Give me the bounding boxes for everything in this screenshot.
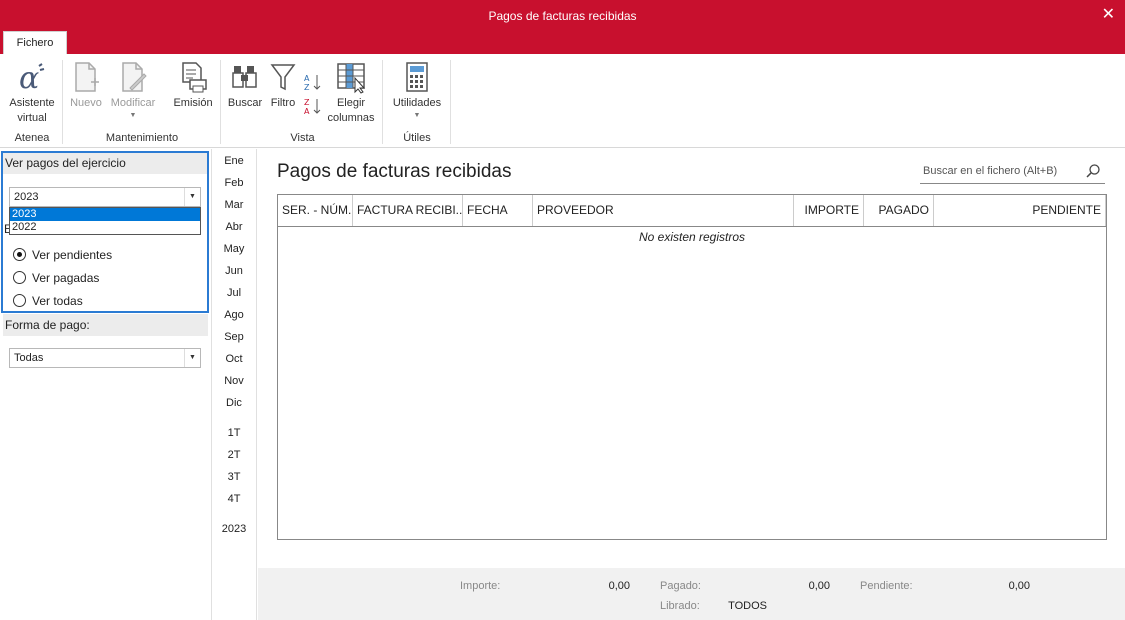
focus-outline <box>1 151 209 313</box>
utilidades-button[interactable]: Utilidades ▼ <box>388 60 446 121</box>
elegir-label-1: Elegir <box>336 97 366 109</box>
month-dic[interactable]: Dic <box>212 397 256 409</box>
forma-pago-header: Forma de pago: <box>3 314 208 336</box>
separator <box>450 60 451 144</box>
columns-icon <box>337 63 366 94</box>
pagado-label: Pagado: <box>660 580 701 592</box>
chevron-down-icon: ▼ <box>413 112 421 119</box>
svg-text:A: A <box>304 74 310 83</box>
importe-label: Importe: <box>460 580 501 592</box>
search-icon[interactable] <box>1085 163 1101 179</box>
records-table[interactable]: SER. - NÚM. FACTURA RECIBI... FECHA PROV… <box>277 194 1107 540</box>
column-header[interactable]: IMPORTE <box>794 195 864 226</box>
librado-label: Librado: <box>660 600 700 612</box>
sort-za-icon[interactable]: Z A <box>303 96 323 116</box>
elegir-label-2: columnas <box>327 112 375 124</box>
totals-bar: Importe: 0,00 Pagado: 0,00 Pendiente: 0,… <box>258 568 1125 620</box>
month-ene[interactable]: Ene <box>212 155 256 167</box>
svg-text:Z: Z <box>304 83 310 92</box>
empty-message: No existen registros <box>638 230 746 244</box>
filter-icon <box>270 64 296 91</box>
calculator-icon <box>406 62 428 92</box>
librado-value: TODOS <box>728 600 767 612</box>
month-jun[interactable]: Jun <box>212 265 256 277</box>
year-2023[interactable]: 2023 <box>212 523 256 535</box>
period-selector: Ene Feb Mar Abr May Jun Jul Ago Sep Oct … <box>211 149 257 620</box>
month-feb[interactable]: Feb <box>212 177 256 189</box>
search-input[interactable]: Buscar en el fichero (Alt+B) <box>920 160 1105 184</box>
quarter-4t[interactable]: 4T <box>212 493 256 505</box>
month-ago[interactable]: Ago <box>212 309 256 321</box>
quarter-2t[interactable]: 2T <box>212 449 256 461</box>
forma-pago-select[interactable]: Todas ▼ <box>9 348 201 368</box>
emision-label: Emisión <box>173 97 213 109</box>
column-header[interactable]: PROVEEDOR <box>533 195 794 226</box>
month-abr[interactable]: Abr <box>212 221 256 233</box>
utilidades-label: Utilidades <box>392 97 442 109</box>
month-jul[interactable]: Jul <box>212 287 256 299</box>
asistente-virtual-button[interactable]: α Asistente virtual <box>6 60 58 126</box>
svg-text:α: α <box>19 61 39 94</box>
column-header[interactable]: SER. - NÚM. <box>278 195 353 226</box>
tab-fichero[interactable]: Fichero <box>3 31 67 55</box>
svg-text:A: A <box>304 107 310 116</box>
pendiente-label: Pendiente: <box>860 580 913 592</box>
column-header[interactable]: PAGADO <box>864 195 934 226</box>
emision-button[interactable]: Emisión <box>170 60 216 111</box>
window-title: Pagos de facturas recibidas <box>488 9 637 23</box>
filtro-label: Filtro <box>270 97 296 109</box>
quarter-1t[interactable]: 1T <box>212 427 256 439</box>
group-atenea: Atenea <box>14 132 50 144</box>
binoculars-icon <box>232 66 257 88</box>
column-header[interactable]: FECHA <box>463 195 533 226</box>
group-utiles: Útiles <box>403 132 431 144</box>
modificar-label: Modificar <box>110 97 156 109</box>
main-content: Pagos de facturas recibidas Buscar en el… <box>258 149 1125 620</box>
asistente-label-2: virtual <box>17 112 47 124</box>
table-header: SER. - NÚM. FACTURA RECIBI... FECHA PROV… <box>278 195 1106 227</box>
buscar-label: Buscar <box>227 97 263 109</box>
chevron-down-icon: ▼ <box>129 112 137 119</box>
nuevo-button[interactable]: Nuevo <box>67 60 105 111</box>
filtro-button[interactable]: Filtro <box>266 60 300 111</box>
column-header[interactable]: FACTURA RECIBI... <box>353 195 463 226</box>
column-header[interactable]: PENDIENTE <box>934 195 1106 226</box>
month-may[interactable]: May <box>212 243 256 255</box>
print-document-icon <box>182 62 207 93</box>
month-oct[interactable]: Oct <box>212 353 256 365</box>
separator <box>220 60 221 144</box>
edit-document-icon <box>122 62 147 92</box>
importe-value: 0,00 <box>608 580 630 592</box>
title-bar: Pagos de facturas recibidas ✕ Fichero <box>0 0 1125 55</box>
month-nov[interactable]: Nov <box>212 375 256 387</box>
search-placeholder: Buscar en el fichero (Alt+B) <box>923 165 1058 177</box>
buscar-button[interactable]: Buscar <box>225 60 265 111</box>
month-mar[interactable]: Mar <box>212 199 256 211</box>
alpha-icon: α <box>19 61 45 94</box>
chevron-down-icon[interactable]: ▼ <box>184 349 200 367</box>
pendiente-value: 0,00 <box>1008 580 1030 592</box>
sort-buttons[interactable]: A Z Z A <box>303 72 323 116</box>
new-document-icon <box>75 62 99 92</box>
separator <box>382 60 383 144</box>
forma-pago-value: Todas <box>14 352 44 364</box>
svg-text:Z: Z <box>304 98 310 107</box>
modificar-button[interactable]: Modificar ▼ <box>107 60 159 121</box>
nuevo-label: Nuevo <box>70 97 102 109</box>
group-vista: Vista <box>290 132 315 144</box>
quarter-3t[interactable]: 3T <box>212 471 256 483</box>
close-icon[interactable]: ✕ <box>1102 4 1115 24</box>
group-mantenimiento: Mantenimiento <box>105 132 179 144</box>
pagado-value: 0,00 <box>808 580 830 592</box>
month-sep[interactable]: Sep <box>212 331 256 343</box>
page-title: Pagos de facturas recibidas <box>277 161 512 182</box>
asistente-label-1: Asistente <box>9 97 55 109</box>
ribbon: α Asistente virtual Atenea Nuevo Modific… <box>0 54 1125 148</box>
elegir-columnas-button[interactable]: Elegir columnas <box>325 60 377 126</box>
sort-az-icon[interactable]: A Z <box>303 72 323 92</box>
separator <box>62 60 63 144</box>
